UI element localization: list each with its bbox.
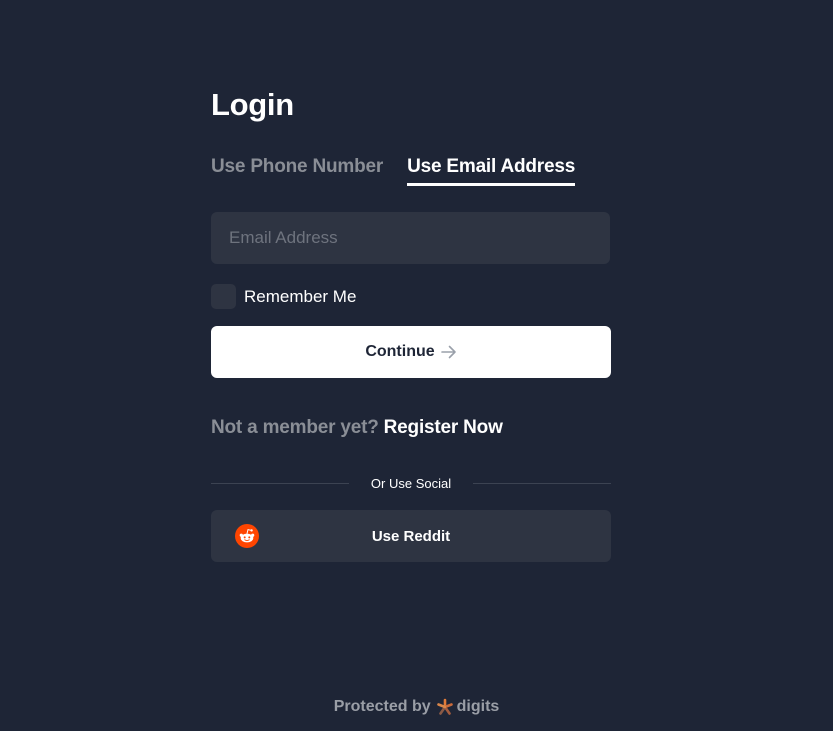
arrow-right-icon [440, 345, 457, 359]
login-page: Login Use Phone Number Use Email Address… [0, 0, 833, 731]
login-method-tabs: Use Phone Number Use Email Address [211, 156, 611, 186]
digits-brand-text: digits [456, 698, 500, 715]
reddit-login-button[interactable]: Use Reddit [211, 510, 611, 562]
continue-button[interactable]: Continue [211, 326, 611, 378]
reddit-icon [235, 524, 259, 548]
divider-line-right [473, 482, 612, 484]
continue-button-label: Continue [365, 343, 435, 360]
remember-me-label[interactable]: Remember Me [244, 287, 356, 307]
divider-text: Or Use Social [370, 475, 452, 491]
register-now-link[interactable]: Register Now [384, 417, 503, 438]
divider-line-left [211, 482, 349, 484]
email-field[interactable] [211, 212, 610, 264]
register-prompt-row: Not a member yet? Register Now [211, 416, 611, 440]
login-card: Login Use Phone Number Use Email Address… [211, 86, 612, 562]
remember-me-checkbox[interactable] [211, 284, 236, 309]
page-title: Login [211, 87, 294, 122]
remember-me-row[interactable]: Remember Me [211, 284, 611, 309]
footer-protected-by: Protected by digits [0, 696, 833, 718]
social-divider: Or Use Social [211, 474, 612, 492]
tab-phone-number[interactable]: Use Phone Number [211, 156, 383, 186]
digits-star-icon [436, 698, 454, 716]
protected-by-text: Protected by [333, 698, 431, 715]
register-prompt-text: Not a member yet? [211, 417, 379, 438]
reddit-button-label: Use Reddit [371, 527, 451, 545]
tab-email-address[interactable]: Use Email Address [407, 156, 575, 186]
